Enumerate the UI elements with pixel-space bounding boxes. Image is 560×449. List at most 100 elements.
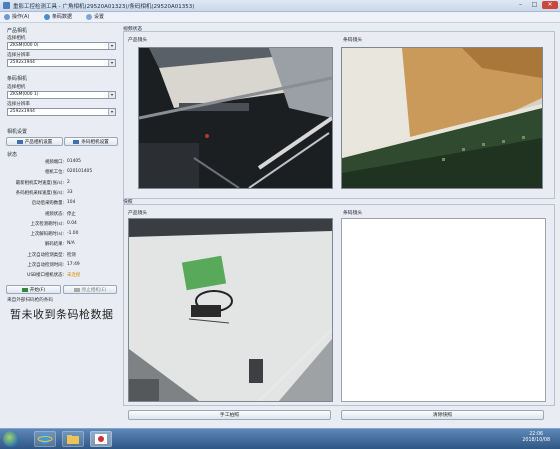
left-panel: 产品相机 选择相机 ZKSM(000 0) ▾ 选择分辨率 2592x1944 … <box>0 24 122 424</box>
status-value: 2 <box>67 179 70 185</box>
product-camera-select-value: ZKSM(000 0) <box>10 43 39 48</box>
start-button[interactable]: 开始(F) <box>6 285 61 294</box>
product-camera-label: 产品相机 <box>7 28 28 34</box>
status-row: 最新相机实时速度(张/s): 2 <box>0 180 122 188</box>
status-row: 启动后采购数量: 104 <box>0 200 122 208</box>
barcode-camera-settings-label: 条码相机设置 <box>81 140 109 145</box>
start-button-icon[interactable] <box>3 431 19 447</box>
capture-group-label: 快照 <box>123 200 133 205</box>
ie-icon[interactable] <box>34 431 56 447</box>
camera-icon <box>73 139 80 144</box>
product-lens-label-bottom: 产品镜头 <box>128 211 148 216</box>
barcode-camera-select[interactable]: ZKSM(000 1) ▾ <box>7 91 116 99</box>
start-button-label: 开始(F) <box>29 288 46 293</box>
maximize-button[interactable]: □ <box>528 1 541 9</box>
status-row: 条码相机采样速度(张/s): 33 <box>0 190 122 198</box>
status-key: USB接口相机状态: <box>27 273 64 279</box>
menu-operation-label: 操作(A) <box>12 14 30 20</box>
status-row: 解码结果: N/A <box>0 241 122 249</box>
app-taskbar-icon[interactable] <box>90 431 112 447</box>
status-row: 视频端口: 01405 <box>0 159 122 167</box>
barcode-camera-preview <box>341 47 543 189</box>
stop-camera-button-label: 停止相机(E) <box>81 288 107 293</box>
status-value: 停止 <box>67 211 76 217</box>
play-icon <box>21 287 28 292</box>
close-button[interactable]: ✕ <box>542 1 558 9</box>
status-key: 相机工位: <box>44 170 64 176</box>
clear-capture-button[interactable]: 清除快照 <box>341 410 544 420</box>
status-row: 视频状态: 停止 <box>0 211 122 219</box>
chevron-down-icon: ▾ <box>108 109 115 115</box>
status-value: 17:49 <box>67 262 80 267</box>
scanner-hint: 来自外部扫码枪的条码 <box>7 298 53 303</box>
menu-operation[interactable]: 操作(A) <box>4 13 29 21</box>
product-resolution-select[interactable]: 2592x1944 ▾ <box>7 59 116 67</box>
chevron-down-icon: ▾ <box>108 92 115 98</box>
product-resolution-label: 选择分辨率 <box>7 53 30 58</box>
menu-settings[interactable]: 设置 <box>86 13 104 21</box>
product-snapshot-image <box>129 219 332 401</box>
barcode-lens-label-bottom: 条码镜头 <box>343 211 363 216</box>
status-title: 状态 <box>7 152 18 158</box>
barcode-lens-label-top: 条码镜头 <box>343 38 363 43</box>
status-key: 视频状态: <box>44 211 64 217</box>
product-camera-image <box>139 48 332 188</box>
stop-icon <box>73 287 80 292</box>
video-group-label: 视频状态 <box>123 27 143 32</box>
gear-icon <box>86 14 92 20</box>
barcode-snapshot <box>341 218 546 402</box>
stop-camera-button[interactable]: 停止相机(E) <box>63 285 117 294</box>
status-row: 相机工位: 020101405 <box>0 169 122 177</box>
status-key: 启动后采购数量: <box>31 201 64 207</box>
product-resolution-value: 2592x1944 <box>10 60 35 65</box>
product-lens-label-top: 产品镜头 <box>128 38 148 43</box>
clock-date: 2018/10/08 <box>522 438 550 443</box>
barcode-select-label: 选择相机 <box>7 85 26 90</box>
system-clock[interactable]: 22:06 2018/10/08 <box>522 432 550 444</box>
product-camera-select[interactable]: ZKSM(000 0) ▾ <box>7 42 116 50</box>
chevron-down-icon: ▾ <box>108 60 115 66</box>
product-camera-preview <box>138 47 333 189</box>
minimize-button[interactable]: – <box>514 1 527 9</box>
taskbar: 22:06 2018/10/08 <box>0 428 560 449</box>
layers-icon <box>44 14 50 20</box>
status-row: 上次检测耗时(s): 0.04 <box>0 221 122 229</box>
menu-barcode-data[interactable]: 条码数据 <box>44 13 72 21</box>
operation-icon <box>4 14 10 20</box>
window-title: 重影工控检测工具 - 广角相机(29520A01323)/条码相机(29520A… <box>13 4 195 10</box>
product-camera-settings-label: 产品相机设置 <box>24 140 53 145</box>
product-select-label: 选择相机 <box>7 36 26 41</box>
camera-icon <box>16 139 23 144</box>
status-row: 上次解码耗时(s): -1.00 <box>0 231 122 239</box>
status-key: 条码相机采样速度(张/s): <box>15 190 64 196</box>
status-key: 最新相机实时速度(张/s): <box>15 180 64 186</box>
camera-settings-label: 相机设置 <box>7 129 28 135</box>
status-row: 上次自动检测类型: 检测 <box>0 252 122 260</box>
menu-bar: 操作(A) 条码数据 设置 <box>0 12 560 23</box>
title-bar: 重影工控检测工具 - 广角相机(29520A01323)/条码相机(29520A… <box>0 0 560 12</box>
barcode-resolution-value: 2592x1944 <box>10 109 35 114</box>
chevron-down-icon: ▾ <box>108 43 115 49</box>
status-row: USB接口相机状态: 未连接 <box>0 272 122 280</box>
status-row: 上次自动检测时间: 17:49 <box>0 262 122 270</box>
barcode-resolution-select[interactable]: 2592x1944 ▾ <box>7 108 116 116</box>
status-key: 上次解码耗时(s): <box>30 232 64 238</box>
manual-capture-button[interactable]: 手工拍照 <box>128 410 331 420</box>
status-key: 上次自动检测类型: <box>27 252 64 258</box>
status-value: 104 <box>67 200 76 206</box>
status-value: 020101405 <box>67 169 93 175</box>
menu-settings-label: 设置 <box>94 14 105 20</box>
status-value: 检测 <box>67 252 76 258</box>
barcode-camera-select-value: ZKSM(000 1) <box>10 92 39 97</box>
product-camera-settings-button[interactable]: 产品相机设置 <box>6 137 63 146</box>
status-key: 上次检测耗时(s): <box>30 221 64 227</box>
barcode-camera-settings-button[interactable]: 条码相机设置 <box>64 137 118 146</box>
scanner-status-message: 暂未收到条码枪数据 <box>10 308 114 321</box>
status-key: 视频端口: <box>44 160 64 165</box>
status-value: 0.04 <box>67 220 77 226</box>
status-value: N/A <box>67 241 75 247</box>
status-value: 33 <box>67 189 73 195</box>
folder-icon[interactable] <box>62 431 84 447</box>
product-snapshot <box>128 218 333 402</box>
barcode-camera-image <box>342 48 542 188</box>
